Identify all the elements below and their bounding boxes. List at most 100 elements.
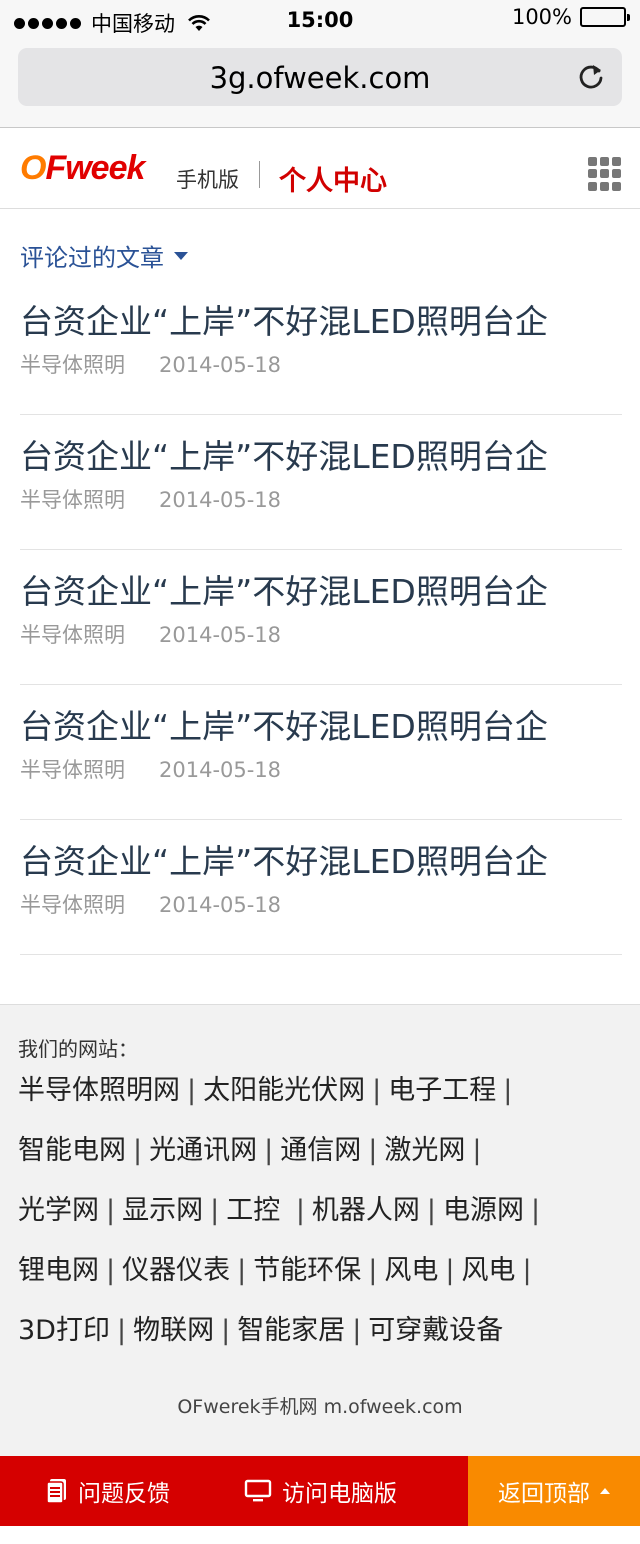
grid-menu-icon[interactable]	[588, 157, 622, 191]
link-separator: |	[372, 1075, 382, 1106]
article-date: 2014-05-18	[159, 623, 282, 647]
article-date: 2014-05-18	[159, 353, 282, 377]
footer-site-link[interactable]: 通信网	[280, 1135, 361, 1166]
link-separator: |	[210, 1195, 220, 1226]
footer-link-row: 3D打印 | 物联网 | 智能家居 | 可穿戴设备	[18, 1307, 618, 1367]
article-meta: 半导体照明 2014-05-18	[20, 619, 281, 649]
link-separator: |	[426, 1195, 437, 1226]
address-bar[interactable]: 3g.ofweek.com	[18, 48, 622, 106]
monitor-icon	[244, 1479, 272, 1502]
link-separator: |	[187, 1075, 197, 1106]
footer-site-link[interactable]: 风电	[384, 1255, 438, 1286]
bottom-action-bar: 问题反馈 访问电脑版 返回顶部	[0, 1456, 640, 1526]
link-separator: |	[221, 1315, 231, 1346]
article-category: 半导体照明	[20, 353, 125, 377]
article-title[interactable]: 台资企业“上岸”不好混LED照明台企	[20, 835, 548, 883]
pc-version-button[interactable]: 访问电脑版	[244, 1456, 397, 1526]
browser-toolbar: 3g.ofweek.com	[0, 40, 640, 128]
article-date: 2014-05-18	[159, 488, 282, 512]
link-separator: |	[352, 1315, 362, 1346]
link-separator: |	[503, 1075, 513, 1106]
article-meta: 半导体照明 2014-05-18	[20, 889, 281, 919]
feedback-button[interactable]: 问题反馈	[46, 1456, 170, 1526]
section-dropdown-label[interactable]: 评论过的文章	[20, 238, 164, 273]
footer-site-link[interactable]: 物联网	[133, 1315, 214, 1346]
footer-site-link[interactable]: 光通讯网	[149, 1135, 257, 1166]
footer-site-link[interactable]: 显示网	[122, 1195, 203, 1226]
link-separator: |	[237, 1255, 247, 1286]
article-meta: 半导体照明 2014-05-18	[20, 754, 281, 784]
article-category: 半导体照明	[20, 488, 125, 512]
site-footer: 我们的网站： 半导体照明网 | 太阳能光伏网 | 电子工程 | 智能电网 | 光通讯网 | 通信网 |…	[0, 1004, 640, 1456]
footer-site-link[interactable]: 半导体照明网	[18, 1075, 180, 1106]
page: 中国移动 15:00 100% 3g.ofweek.com OFweek 手机版…	[0, 0, 640, 1544]
footer-site-link[interactable]: 光学网	[18, 1195, 99, 1226]
status-right: 100%	[511, 5, 630, 29]
back-to-top-label[interactable]: 返回顶部	[498, 1474, 590, 1508]
footer-site-link[interactable]: 3D打印	[18, 1315, 110, 1346]
header-divider	[259, 161, 260, 188]
app-header: OFweek 手机版 个人中心	[0, 129, 640, 209]
footer-brand: OFwerek手机网 m.ofweek.com	[177, 1396, 463, 1418]
article-title[interactable]: 台资企业“上岸”不好混LED照明台企	[20, 295, 548, 343]
address-bar-url[interactable]: 3g.ofweek.com	[18, 61, 622, 95]
article-item[interactable]: 台资企业“上岸”不好混LED照明台企 半导体照明 2014-05-18	[20, 685, 622, 820]
article-meta: 半导体照明 2014-05-18	[20, 349, 281, 379]
status-bar: 中国移动 15:00 100%	[0, 0, 640, 40]
article-title[interactable]: 台资企业“上岸”不好混LED照明台企	[20, 700, 548, 748]
link-separator: |	[264, 1135, 274, 1166]
article-item[interactable]: 台资企业“上岸”不好混LED照明台企 半导体照明 2014-05-18	[20, 415, 622, 550]
footer-link-row: 光学网 | 显示网 | 工控 | 机器人网 | 电源网 |	[18, 1187, 618, 1247]
article-category: 半导体照明	[20, 893, 125, 917]
footer-links: 半导体照明网 | 太阳能光伏网 | 电子工程 | 智能电网 | 光通讯网 | 通信网 | 激光网 | 光学网…	[18, 1067, 618, 1367]
article-meta: 半导体照明 2014-05-18	[20, 484, 281, 514]
article-item[interactable]: 台资企业“上岸”不好混LED照明台企 半导体照明 2014-05-18	[20, 280, 622, 415]
feedback-label[interactable]: 问题反馈	[78, 1474, 170, 1508]
link-separator: |	[368, 1135, 378, 1166]
footer-label: 我们的网站：	[18, 1037, 138, 1061]
link-separator: |	[472, 1135, 482, 1166]
article-item[interactable]: 台资企业“上岸”不好混LED照明台企 半导体照明 2014-05-18	[20, 550, 622, 685]
footer-site-link[interactable]: 激光网	[384, 1135, 465, 1166]
link-separator: |	[522, 1255, 532, 1286]
battery-icon	[580, 7, 630, 27]
link-separator: |	[106, 1255, 116, 1286]
pc-version-label[interactable]: 访问电脑版	[282, 1474, 397, 1508]
link-separator: |	[531, 1195, 541, 1226]
section-dropdown[interactable]: 评论过的文章	[20, 238, 188, 273]
article-title[interactable]: 台资企业“上岸”不好混LED照明台企	[20, 430, 548, 478]
footer-site-link[interactable]: 电源网	[443, 1195, 524, 1226]
footer-site-link[interactable]: 风电	[461, 1255, 515, 1286]
footer-site-link[interactable]: 太阳能光伏网	[203, 1075, 365, 1106]
footer-site-link[interactable]: 锂电网	[18, 1255, 99, 1286]
article-category: 半导体照明	[20, 623, 125, 647]
back-to-top-button[interactable]: 返回顶部	[468, 1456, 640, 1526]
footer-site-link[interactable]: 智能家居	[237, 1315, 345, 1346]
link-separator: |	[116, 1315, 127, 1346]
document-icon	[46, 1479, 66, 1504]
battery-percentage: 100%	[511, 5, 572, 29]
article-date: 2014-05-18	[159, 893, 282, 917]
caret-up-icon	[600, 1488, 610, 1494]
reload-icon[interactable]	[576, 62, 606, 92]
article-item[interactable]: 台资企业“上岸”不好混LED照明台企 半导体照明 2014-05-18	[20, 820, 622, 955]
logo-subtitle: 手机版	[176, 168, 239, 192]
article-list: 台资企业“上岸”不好混LED照明台企 半导体照明 2014-05-18 台资企业“…	[20, 280, 622, 955]
logo-rest: Fweek	[45, 149, 145, 187]
article-date: 2014-05-18	[159, 758, 282, 782]
footer-site-link[interactable]: 节能环保	[253, 1255, 361, 1286]
footer-link-row: 智能电网 | 光通讯网 | 通信网 | 激光网 |	[18, 1127, 618, 1187]
footer-site-link[interactable]: 可穿戴设备	[368, 1315, 503, 1346]
footer-site-link[interactable]: 工控	[226, 1195, 289, 1226]
footer-site-link[interactable]: 智能电网	[18, 1135, 126, 1166]
link-separator: |	[295, 1195, 305, 1226]
footer-site-link[interactable]: 仪器仪表	[122, 1255, 230, 1286]
article-title[interactable]: 台资企业“上岸”不好混LED照明台企	[20, 565, 548, 613]
link-separator: |	[133, 1135, 143, 1166]
footer-site-link[interactable]: 机器人网	[312, 1195, 420, 1226]
link-separator: |	[106, 1195, 116, 1226]
link-separator: |	[445, 1255, 455, 1286]
ofweek-logo[interactable]: OFweek	[20, 149, 145, 188]
caret-down-icon	[174, 251, 188, 260]
footer-site-link[interactable]: 电子工程	[388, 1075, 496, 1106]
